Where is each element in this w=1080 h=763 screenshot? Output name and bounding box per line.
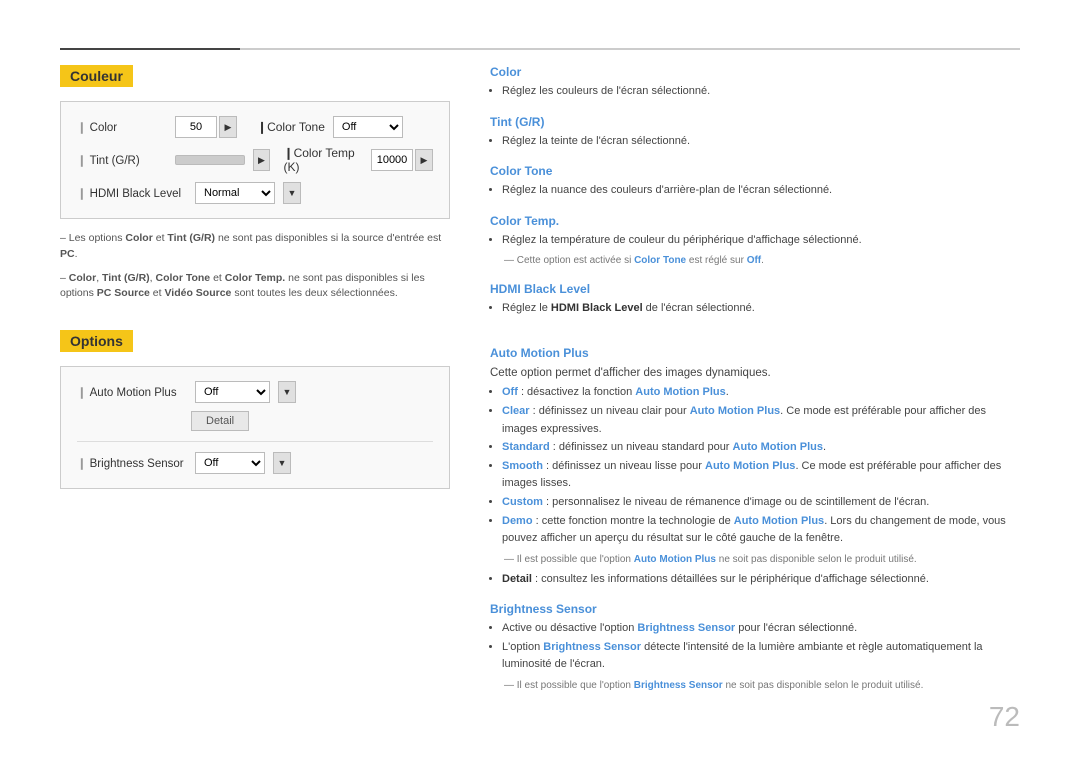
right-amp-detail-list: Detail : consultez les informations déta… — [490, 571, 1020, 589]
top-bar-dark — [60, 48, 240, 50]
tint-label: ❙Tint (G/R) — [77, 153, 167, 167]
right-color-list: Réglez les couleurs de l'écran sélection… — [490, 83, 1020, 101]
amp-item-custom: Custom : personnalisez le niveau de réma… — [502, 494, 1020, 512]
amp-ref-smooth: Auto Motion Plus — [705, 460, 795, 472]
page-number: 72 — [989, 701, 1020, 733]
detail-button[interactable]: Detail — [191, 411, 249, 431]
brightness-subnote: ― Il est possible que l'option Brightnes… — [504, 678, 1020, 693]
detail-row: Detail — [77, 411, 433, 431]
couleur-section: Couleur ❙Color ▶ ❙Color Tone Off — [60, 65, 450, 302]
color-number-input[interactable]: ▶ — [175, 116, 237, 138]
colortemp-note-kw2: Off — [747, 255, 761, 266]
amp-label: ❙Auto Motion Plus — [77, 385, 187, 399]
amp-ref-standard: Auto Motion Plus — [733, 441, 823, 453]
right-tint-item: Réglez la teinte de l'écran sélectionné. — [502, 133, 1020, 151]
right-colortemp-item: Réglez la température de couleur du péri… — [502, 232, 1020, 250]
top-bar-light — [240, 48, 1020, 50]
tint-arrow-btn[interactable]: ▶ — [253, 149, 269, 171]
right-brightness-heading: Brightness Sensor — [490, 602, 1020, 616]
right-amp-heading: Auto Motion Plus — [490, 346, 1020, 360]
options-divider — [77, 441, 433, 442]
right-column: Color Réglez les couleurs de l'écran sél… — [490, 65, 1020, 693]
right-colortemp-note: ― Cette option est activée si Color Tone… — [504, 253, 1020, 268]
bs-kw-2: Brightness Sensor — [543, 641, 641, 653]
couleur-note-1: – Les options Color et Tint (G/R) ne son… — [60, 231, 450, 263]
colortemp-note-kw1: Color Tone — [634, 255, 686, 266]
amp-item-demo: Demo : cette fonction montre la technolo… — [502, 513, 1020, 548]
color-tone-select[interactable]: Off — [333, 116, 403, 138]
color-temp-arrow-btn[interactable]: ▶ — [415, 149, 433, 171]
amp-kw-clear: Clear — [502, 405, 530, 417]
tint-track — [175, 155, 245, 165]
right-colortone-item: Réglez la nuance des couleurs d'arrière-… — [502, 182, 1020, 200]
hdmi-row: ❙HDMI Black Level Normal Low ▼ — [77, 182, 433, 204]
color-temp-label-inline: ❙Color Temp (K) — [284, 146, 363, 174]
hdmi-label: ❙HDMI Black Level — [77, 186, 187, 200]
amp-select[interactable]: Off Clear Standard Smooth Custom Demo — [195, 381, 270, 403]
options-control-box: ❙Auto Motion Plus Off Clear Standard Smo… — [60, 366, 450, 489]
right-colortemp-list: Réglez la température de couleur du péri… — [490, 232, 1020, 250]
amp-detail-kw: Detail — [502, 573, 532, 585]
hdmi-arrow-btn[interactable]: ▼ — [283, 182, 301, 204]
amp-item-smooth: Smooth : définissez un niveau lisse pour… — [502, 458, 1020, 493]
options-title: Options — [60, 330, 133, 352]
right-color-item: Réglez les couleurs de l'écran sélection… — [502, 83, 1020, 101]
hdmi-bold: HDMI Black Level — [551, 302, 643, 314]
amp-row: ❙Auto Motion Plus Off Clear Standard Smo… — [77, 381, 433, 403]
right-colortone-heading: Color Tone — [490, 164, 1020, 178]
bs-subnote-kw: Brightness Sensor — [634, 680, 723, 691]
brightness-item-1: Active ou désactive l'option Brightness … — [502, 620, 1020, 638]
right-brightness-list: Active ou désactive l'option Brightness … — [490, 620, 1020, 674]
right-colortone-list: Réglez la nuance des couleurs d'arrière-… — [490, 182, 1020, 200]
left-column: Couleur ❙Color ▶ ❙Color Tone Off — [60, 65, 450, 489]
amp-item-standard: Standard : définissez un niveau standard… — [502, 439, 1020, 457]
right-hdmi-item: Réglez le HDMI Black Level de l'écran sé… — [502, 300, 1020, 318]
amp-ref-clear: Auto Motion Plus — [690, 405, 780, 417]
amp-item-clear: Clear : définissez un niveau clair pour … — [502, 403, 1020, 438]
color-row: ❙Color ▶ ❙Color Tone Off — [77, 116, 433, 138]
right-color-heading: Color — [490, 65, 1020, 79]
amp-kw-demo: Demo — [502, 515, 533, 527]
couleur-note-2: – Color, Tint (G/R), Color Tone et Color… — [60, 271, 450, 303]
amp-kw-standard: Standard — [502, 441, 550, 453]
color-label: ❙Color — [77, 120, 167, 134]
hdmi-select[interactable]: Normal Low — [195, 182, 275, 204]
color-tone-label-inline: ❙Color Tone — [257, 120, 325, 134]
amp-ref-demo: Auto Motion Plus — [734, 515, 824, 527]
amp-item-off: Off : désactivez la fonction Auto Motion… — [502, 384, 1020, 402]
spacer — [490, 322, 1020, 332]
right-colortemp-heading: Color Temp. — [490, 214, 1020, 228]
right-hdmi-heading: HDMI Black Level — [490, 282, 1020, 296]
color-temp-value-input[interactable] — [371, 149, 413, 171]
amp-kw-custom: Custom — [502, 496, 543, 508]
right-amp-intro: Cette option permet d'afficher des image… — [490, 364, 1020, 382]
right-tint-list: Réglez la teinte de l'écran sélectionné. — [490, 133, 1020, 151]
color-arrow-btn[interactable]: ▶ — [219, 116, 237, 138]
color-value-input[interactable] — [175, 116, 217, 138]
right-hdmi-list: Réglez le HDMI Black Level de l'écran sé… — [490, 300, 1020, 318]
amp-kw-off: Off — [502, 386, 518, 398]
brightness-select[interactable]: Off On — [195, 452, 265, 474]
right-amp-list: Off : désactivez la fonction Auto Motion… — [490, 384, 1020, 547]
color-temp-number-input[interactable]: ▶ — [371, 149, 433, 171]
tint-row: ❙Tint (G/R) ▶ ❙Color Temp (K) ▶ — [77, 146, 433, 174]
amp-ref-off: Auto Motion Plus — [635, 386, 725, 398]
brightness-label: ❙Brightness Sensor — [77, 456, 187, 470]
couleur-title: Couleur — [60, 65, 133, 87]
bs-kw-1: Brightness Sensor — [637, 622, 735, 634]
brightness-item-2: L'option Brightness Sensor détecte l'int… — [502, 639, 1020, 674]
brightness-row: ❙Brightness Sensor Off On ▼ — [77, 452, 433, 474]
top-bar — [60, 48, 1020, 50]
options-section: Options ❙Auto Motion Plus Off Clear Stan… — [60, 330, 450, 489]
amp-arrow-btn[interactable]: ▼ — [278, 381, 296, 403]
amp-detail-item: Detail : consultez les informations déta… — [502, 571, 1020, 589]
amp-kw-smooth: Smooth — [502, 460, 543, 472]
amp-subnote: ― Il est possible que l'option Auto Moti… — [504, 552, 1020, 567]
brightness-arrow-btn[interactable]: ▼ — [273, 452, 291, 474]
right-tint-heading: Tint (G/R) — [490, 115, 1020, 129]
amp-subnote-kw: Auto Motion Plus — [634, 554, 716, 565]
couleur-control-box: ❙Color ▶ ❙Color Tone Off ❙Tint (G/R) — [60, 101, 450, 219]
